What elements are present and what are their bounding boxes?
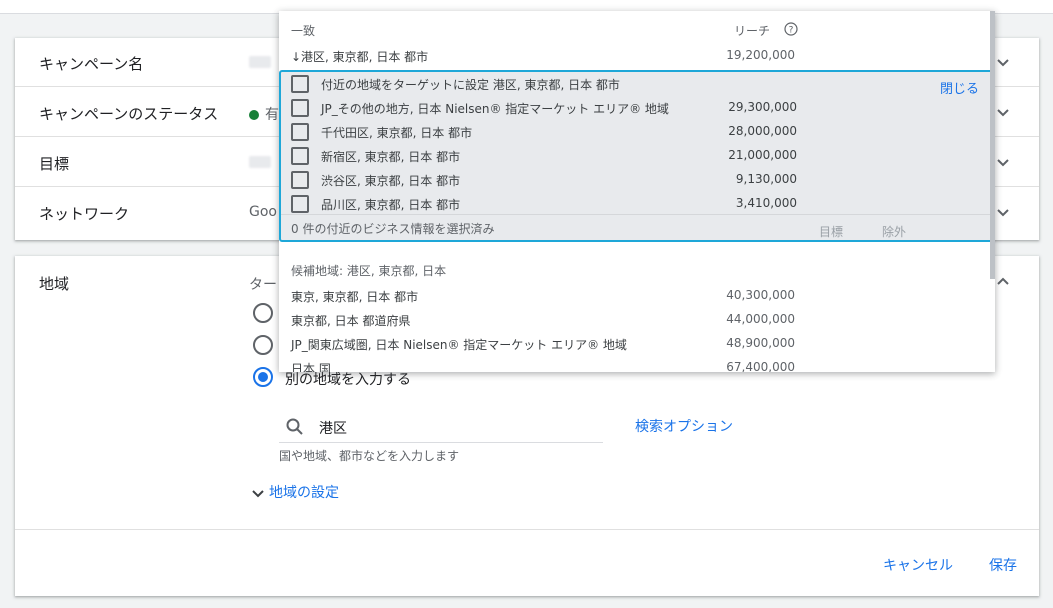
search-options-link[interactable]: 検索オプション	[635, 416, 733, 436]
suggestion-item[interactable]: JP_関東広域圏, 日本 Nielsen® 指定マーケット エリア® 地域	[291, 336, 627, 353]
suggestion-item[interactable]: 東京, 東京都, 日本 都市	[291, 288, 418, 305]
row-value: Goo	[249, 204, 277, 220]
svg-text:?: ?	[789, 26, 794, 36]
nearby-all-checkbox[interactable]	[291, 75, 309, 93]
exact-match-item[interactable]: ↓港区, 東京都, 日本 都市	[291, 48, 428, 65]
nearby-checkbox[interactable]	[291, 99, 309, 117]
search-value: 港区	[319, 421, 347, 437]
nearby-selection-count: 0 件の付近のビジネス情報を選択済み	[291, 222, 495, 236]
search-hint: 国や地域、都市などを入力します	[279, 449, 460, 463]
target-label: ター	[249, 277, 277, 293]
chevron-down-icon[interactable]	[995, 204, 1011, 220]
location-search-input[interactable]: 港区	[279, 411, 603, 443]
row-label: キャンペーン名	[39, 55, 144, 73]
suggestion-reach: 40,300,000	[726, 288, 795, 302]
status-value: 有	[249, 104, 279, 124]
reach-header: リーチ	[734, 24, 771, 38]
search-icon	[286, 418, 303, 435]
nearby-item: 新宿区, 東京都, 日本 都市	[321, 150, 461, 164]
nearby-item: JP_その他の地方, 日本 Nielsen® 指定マーケット エリア® 地域	[321, 102, 669, 116]
match-header: 一致	[291, 24, 316, 38]
location-search-dropdown: 一致 リーチ ? ↓港区, 東京都, 日本 都市 19,200,000 付近の地…	[279, 11, 995, 372]
nearby-title: 付近の地域をターゲットに設定 港区, 東京都, 日本 都市	[321, 78, 620, 92]
exclude-button[interactable]: 除外	[882, 223, 906, 240]
radio-other-label: 別の地域を入力する	[285, 372, 411, 388]
nearby-checkbox[interactable]	[291, 123, 309, 141]
nearby-reach: 21,000,000	[728, 148, 797, 162]
nearby-reach: 29,300,000	[728, 100, 797, 114]
chevron-down-icon[interactable]	[995, 54, 1011, 70]
radio-option-1[interactable]	[253, 303, 273, 323]
suggestion-item[interactable]: 東京都, 日本 都道府県	[291, 312, 410, 329]
nearby-item: 渋谷区, 東京都, 日本 都市	[321, 174, 461, 188]
nearby-item: 千代田区, 東京都, 日本 都市	[321, 126, 473, 140]
nearby-reach: 28,000,000	[728, 124, 797, 138]
cancel-button[interactable]: キャンセル	[883, 555, 953, 575]
suggestion-reach: 67,400,000	[726, 360, 795, 372]
divider	[281, 214, 991, 215]
row-value	[249, 154, 271, 170]
nearby-checkbox[interactable]	[291, 195, 309, 213]
radio-option-2[interactable]	[253, 335, 273, 355]
suggestion-reach: 44,000,000	[726, 312, 795, 326]
save-button[interactable]: 保存	[989, 555, 1017, 575]
radio-option-other[interactable]	[253, 367, 273, 387]
row-label: 目標	[39, 155, 70, 173]
row-value	[249, 54, 271, 70]
divider	[15, 529, 1039, 530]
status-dot-icon	[249, 110, 259, 120]
nearby-checkbox[interactable]	[291, 147, 309, 165]
close-button[interactable]: 閉じる	[940, 78, 979, 97]
chevron-down-icon[interactable]	[995, 104, 1011, 120]
suggestion-item[interactable]: 日本 国	[291, 360, 331, 372]
target-button[interactable]: 目標	[819, 223, 843, 240]
help-icon[interactable]: ?	[784, 22, 798, 36]
suggestions-header: 候補地域: 港区, 東京都, 日本	[291, 264, 447, 278]
chevron-up-icon[interactable]	[995, 274, 1011, 290]
nearby-reach: 3,410,000	[735, 196, 797, 210]
chevron-down-icon[interactable]	[995, 154, 1011, 170]
chevron-down-icon	[252, 490, 264, 498]
nearby-item: 品川区, 東京都, 日本 都市	[321, 198, 461, 212]
nearby-locations-panel: 付近の地域をターゲットに設定 港区, 東京都, 日本 都市 閉じる JP_その他…	[279, 70, 993, 242]
exact-match-reach: 19,200,000	[726, 48, 795, 62]
location-settings-toggle[interactable]: 地域の設定	[251, 482, 339, 502]
row-label: ネットワーク	[39, 205, 130, 223]
section-label: 地域	[39, 275, 70, 293]
nearby-reach: 9,130,000	[735, 172, 797, 186]
nearby-checkbox[interactable]	[291, 171, 309, 189]
suggestion-reach: 48,900,000	[726, 336, 795, 350]
dropdown-scrollbar[interactable]	[990, 11, 995, 279]
row-label: キャンペーンのステータス	[39, 105, 219, 123]
